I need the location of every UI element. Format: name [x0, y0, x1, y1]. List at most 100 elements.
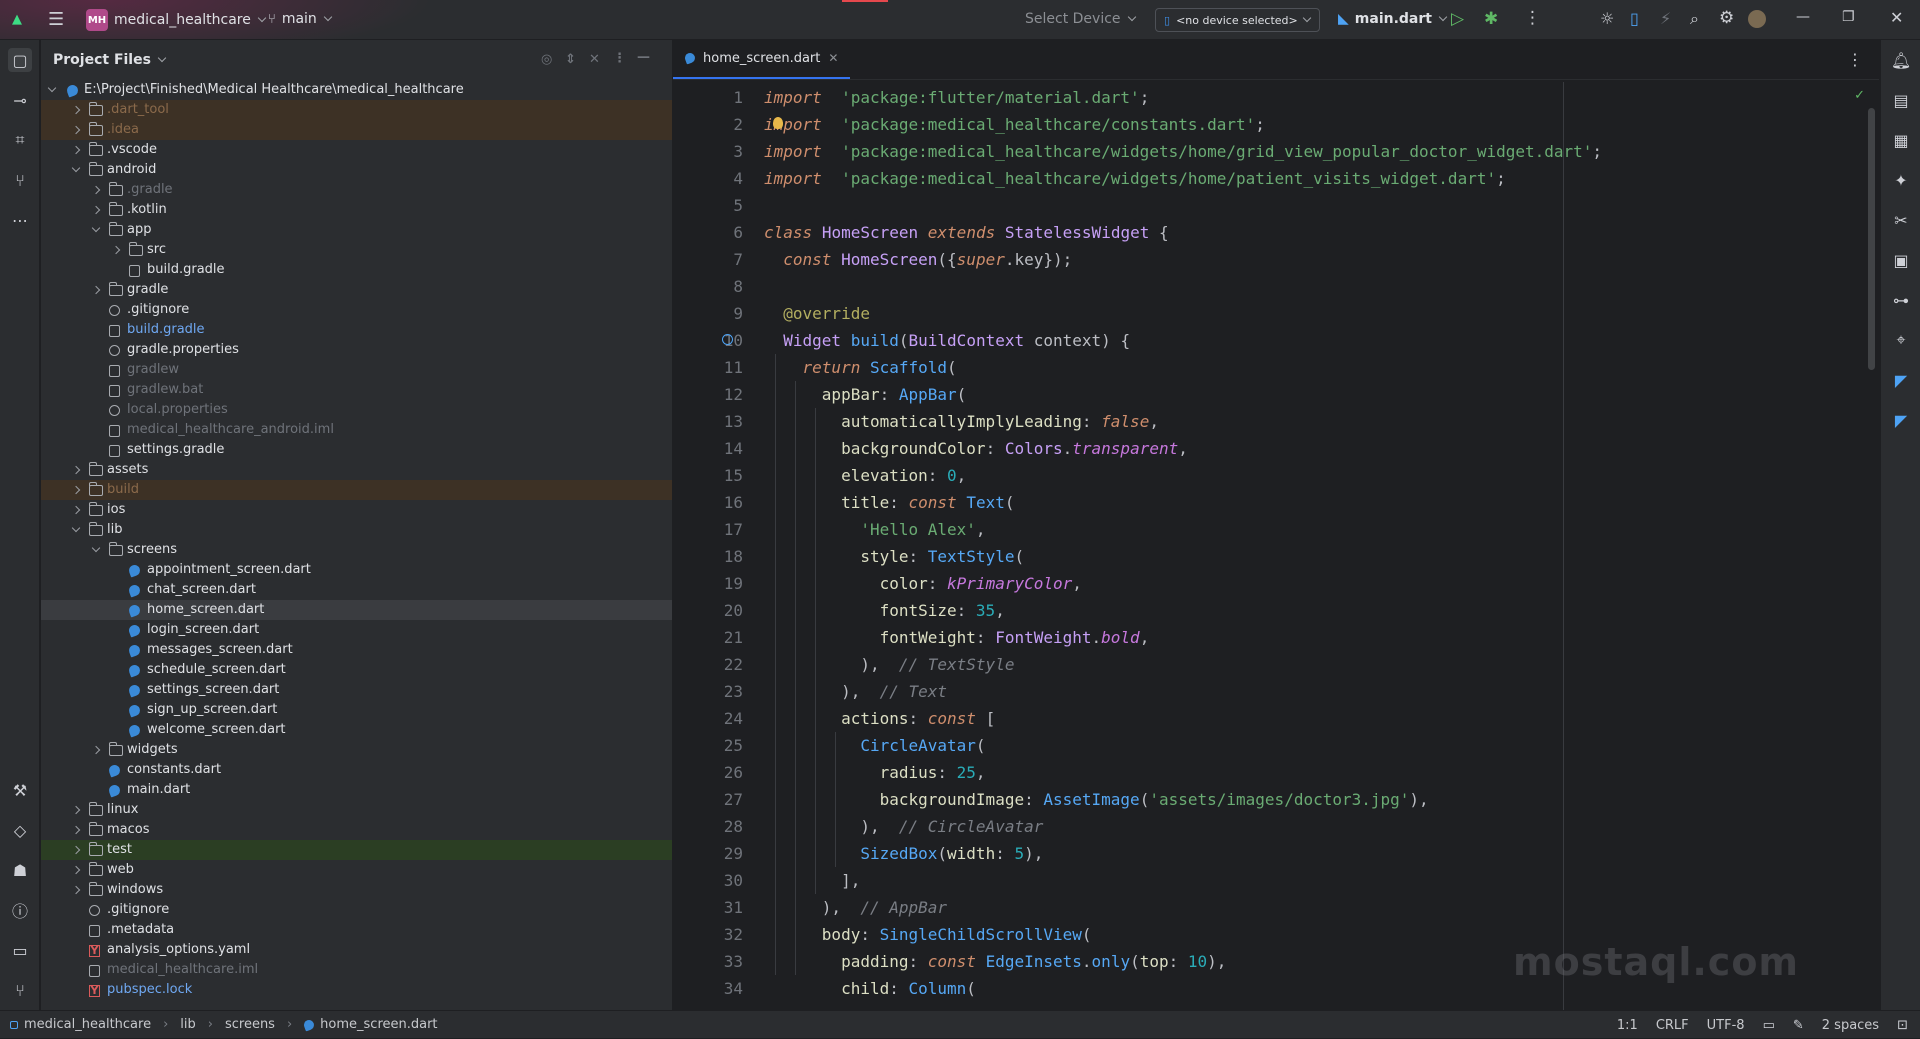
- code-line[interactable]: 16 title: const Text(: [673, 489, 1879, 516]
- code-line[interactable]: 21 fontWeight: FontWeight.bold,: [673, 624, 1879, 651]
- chevron-right-icon[interactable]: [71, 825, 81, 835]
- code-line[interactable]: 28 ), // CircleAvatar: [673, 813, 1879, 840]
- tree-file[interactable]: build.gradle: [41, 320, 672, 340]
- code-line[interactable]: 10 Widget build(BuildContext context) {: [673, 327, 1879, 354]
- run-icon[interactable]: ▷: [1451, 9, 1464, 29]
- logcat-icon[interactable]: ☗: [8, 858, 32, 882]
- override-gutter-icon[interactable]: [722, 334, 733, 345]
- chevron-down-icon[interactable]: [71, 523, 81, 533]
- code-view[interactable]: 1 import 'package:flutter/material.dart';…: [673, 84, 1879, 1002]
- tree-file[interactable]: settings.gradle: [41, 440, 672, 460]
- tree-file[interactable]: gradlew.bat: [41, 380, 672, 400]
- tab-options-icon[interactable]: ⋮: [1847, 50, 1863, 69]
- code-line[interactable]: 30 ],: [673, 867, 1879, 894]
- locate-icon[interactable]: ◎: [541, 52, 552, 67]
- tree-folder[interactable]: .idea: [41, 120, 672, 140]
- tree-file[interactable]: main.dart: [41, 780, 672, 800]
- breadcrumb-item[interactable]: medical_healthcare: [24, 1017, 151, 1032]
- code-line[interactable]: 6 class HomeScreen extends StatelessWidge…: [673, 219, 1879, 246]
- chevron-right-icon[interactable]: [71, 845, 81, 855]
- code-line[interactable]: 34 child: Column(: [673, 975, 1879, 1002]
- tree-folder[interactable]: ios: [41, 500, 672, 520]
- indent-setting[interactable]: 2 spaces: [1822, 1018, 1879, 1033]
- tree-file[interactable]: Yanalysis_options.yaml: [41, 940, 672, 960]
- notifications-icon[interactable]: 🔔︎: [1889, 48, 1913, 72]
- more-actions-icon[interactable]: ⋮: [1524, 8, 1541, 28]
- tree-folder[interactable]: web: [41, 860, 672, 880]
- device-manager-icon[interactable]: ▯: [1630, 9, 1639, 28]
- clipboard-icon[interactable]: ▦: [1889, 128, 1913, 152]
- terminal-icon[interactable]: ▭: [8, 938, 32, 962]
- tree-file[interactable]: medical_healthcare_android.iml: [41, 420, 672, 440]
- tab-home-screen[interactable]: home_screen.dart ✕: [673, 39, 851, 79]
- chevron-right-icon[interactable]: [91, 205, 101, 215]
- chevron-down-icon[interactable]: [91, 543, 101, 553]
- inspector-icon[interactable]: ⌖: [1889, 328, 1913, 352]
- more-tools-icon[interactable]: ⋯: [8, 208, 32, 232]
- chevron-right-icon[interactable]: [91, 185, 101, 195]
- version-control-icon[interactable]: ⑂: [8, 978, 32, 1002]
- avatar-icon[interactable]: [1748, 10, 1766, 28]
- caret-position[interactable]: 1:1: [1617, 1018, 1638, 1033]
- tree-file[interactable]: messages_screen.dart: [41, 640, 672, 660]
- code-line[interactable]: 15 elevation: 0,: [673, 462, 1879, 489]
- chevron-right-icon[interactable]: [71, 465, 81, 475]
- code-line[interactable]: 26 radius: 25,: [673, 759, 1879, 786]
- chevron-right-icon[interactable]: [71, 485, 81, 495]
- code-line[interactable]: 5: [673, 192, 1879, 219]
- chevron-down-icon[interactable]: [157, 53, 167, 63]
- settings-gear-icon[interactable]: ⚙: [1719, 8, 1734, 28]
- tree-folder[interactable]: assets: [41, 460, 672, 480]
- panel-title[interactable]: Project Files: [53, 52, 151, 68]
- run-config-selector[interactable]: ◣ main.dart: [1338, 11, 1448, 27]
- commit-icon[interactable]: ⊸: [8, 88, 32, 112]
- code-line[interactable]: 7 const HomeScreen({super.key});: [673, 246, 1879, 273]
- lightbulb-icon[interactable]: [773, 117, 783, 129]
- chevron-right-icon[interactable]: [71, 125, 81, 135]
- debug-icon[interactable]: ✱: [1484, 9, 1498, 29]
- code-line[interactable]: 18 style: TextStyle(: [673, 543, 1879, 570]
- tree-folder[interactable]: linux: [41, 800, 672, 820]
- close-window-icon[interactable]: ✕: [1890, 8, 1903, 27]
- tree-folder[interactable]: android: [41, 160, 672, 180]
- chevron-right-icon[interactable]: [71, 105, 81, 115]
- code-line[interactable]: 2 import 'package:medical_healthcare/cons…: [673, 111, 1879, 138]
- tree-folder[interactable]: widgets: [41, 740, 672, 760]
- tree-folder[interactable]: src: [41, 240, 672, 260]
- flutter-inspector-icon[interactable]: ◤: [1889, 368, 1913, 392]
- code-line[interactable]: 31 ), // AppBar: [673, 894, 1879, 921]
- device-explorer-icon[interactable]: ▤: [1889, 88, 1913, 112]
- breadcrumb-item[interactable]: screens: [225, 1017, 275, 1032]
- emulator-icon[interactable]: ▣: [1889, 248, 1913, 272]
- breadcrumb-item[interactable]: home_screen.dart: [320, 1017, 437, 1032]
- scissors-icon[interactable]: ✂: [1889, 208, 1913, 232]
- code-line[interactable]: 25 CircleAvatar(: [673, 732, 1879, 759]
- tree-file[interactable]: gradle.properties: [41, 340, 672, 360]
- code-line[interactable]: 9 @override: [673, 300, 1879, 327]
- code-line[interactable]: 20 fontSize: 35,: [673, 597, 1879, 624]
- tree-file[interactable]: schedule_screen.dart: [41, 660, 672, 680]
- build-variants-icon[interactable]: ⚒: [8, 778, 32, 802]
- tree-folder[interactable]: lib: [41, 520, 672, 540]
- tree-file[interactable]: local.properties: [41, 400, 672, 420]
- chevron-right-icon[interactable]: [71, 505, 81, 515]
- code-line[interactable]: 13 automaticallyImplyLeading: false,: [673, 408, 1879, 435]
- hide-panel-icon[interactable]: —: [637, 50, 650, 65]
- tree-file[interactable]: appointment_screen.dart: [41, 560, 672, 580]
- tree-folder[interactable]: .gradle: [41, 180, 672, 200]
- device-selector[interactable]: ▯ <no device selected>: [1155, 8, 1320, 32]
- tree-file[interactable]: constants.dart: [41, 760, 672, 780]
- code-style-icon[interactable]: ✎: [1793, 1018, 1804, 1033]
- line-ending[interactable]: CRLF: [1656, 1018, 1689, 1033]
- problems-icon[interactable]: ⓘ: [8, 898, 32, 922]
- tree-file[interactable]: .metadata: [41, 920, 672, 940]
- branch-selector[interactable]: ⑂ main: [268, 11, 333, 27]
- services-icon[interactable]: ◇: [8, 818, 32, 842]
- project-folder-icon[interactable]: ▢: [8, 48, 32, 72]
- tree-folder[interactable]: test: [41, 840, 672, 860]
- code-line[interactable]: 3 import 'package:medical_healthcare/widg…: [673, 138, 1879, 165]
- tree-file[interactable]: chat_screen.dart: [41, 580, 672, 600]
- code-line[interactable]: 4 import 'package:medical_healthcare/widg…: [673, 165, 1879, 192]
- tree-folder[interactable]: .kotlin: [41, 200, 672, 220]
- close-tab-icon[interactable]: ✕: [828, 51, 838, 65]
